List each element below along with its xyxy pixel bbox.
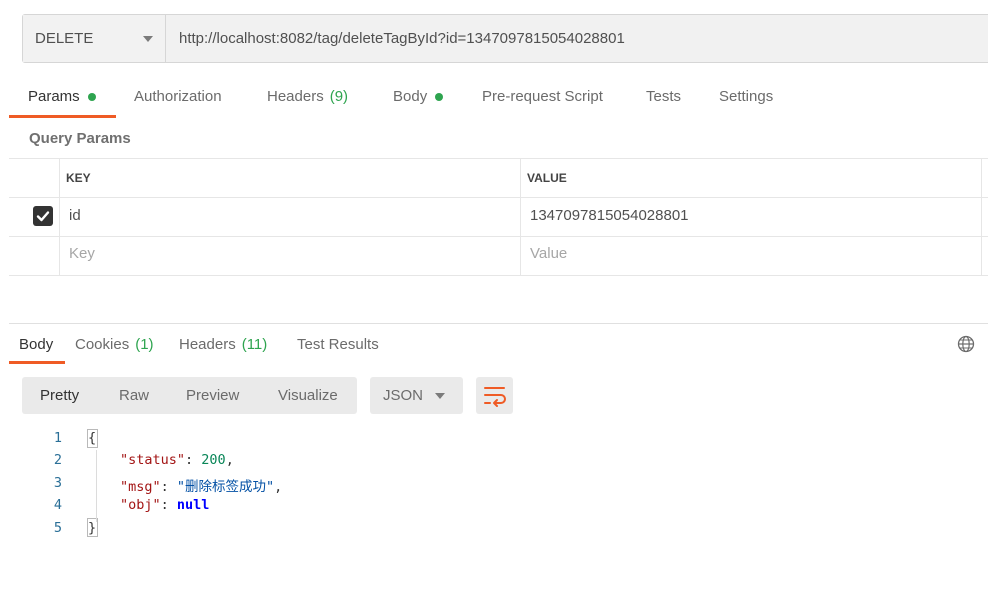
view-pretty-button[interactable]: Pretty <box>40 377 79 414</box>
response-tab-test-results[interactable]: Test Results <box>297 335 379 355</box>
column-header-key: KEY <box>66 171 91 185</box>
code-line: "msg": "删除标签成功", <box>120 479 283 495</box>
param-key[interactable]: id <box>69 207 81 224</box>
wrap-lines-icon <box>484 387 506 407</box>
checkbox-checked-icon[interactable] <box>33 206 53 226</box>
line-number: 5 <box>53 520 62 536</box>
line-number: 2 <box>53 452 62 468</box>
response-tab-headers[interactable]: Headers (11) <box>179 335 267 355</box>
code-line: { <box>88 430 97 446</box>
code-line: "obj": null <box>120 497 210 513</box>
line-number: 1 <box>53 430 62 446</box>
wrap-lines-button[interactable] <box>476 377 513 414</box>
url-bar: DELETE http://localhost:8082/tag/deleteT… <box>22 14 988 63</box>
active-tab-indicator <box>9 115 116 118</box>
divider <box>9 197 988 198</box>
chevron-down-icon <box>435 393 445 399</box>
param-value[interactable]: 1347097815054028801 <box>530 207 689 224</box>
code-line: "status": 200, <box>120 452 234 468</box>
query-params-title: Query Params <box>29 130 131 147</box>
url-input[interactable]: http://localhost:8082/tag/deleteTagById?… <box>179 15 625 62</box>
chevron-down-icon <box>143 36 153 42</box>
param-value-input[interactable]: Value <box>530 245 567 262</box>
indent-guide <box>96 450 97 522</box>
tab-tests[interactable]: Tests <box>646 87 681 107</box>
param-key-input[interactable]: Key <box>69 245 95 262</box>
format-label: JSON <box>383 387 424 404</box>
params-table: KEY VALUE id 1347097815054028801 Key Val… <box>9 158 988 276</box>
globe-icon[interactable] <box>957 335 975 353</box>
divider <box>59 159 60 275</box>
view-visualize-button[interactable]: Visualize <box>278 377 338 414</box>
divider <box>981 159 982 275</box>
method-select[interactable]: DELETE <box>23 15 166 62</box>
format-select[interactable]: JSON <box>370 377 463 414</box>
method-label: DELETE <box>35 30 94 47</box>
tab-pre-request-script[interactable]: Pre-request Script <box>482 87 603 107</box>
view-raw-button[interactable]: Raw <box>119 377 149 414</box>
section-divider <box>9 323 988 324</box>
status-dot <box>87 93 96 101</box>
view-preview-button[interactable]: Preview <box>186 377 239 414</box>
response-tab-body[interactable]: Body <box>19 335 53 355</box>
active-response-tab-indicator <box>9 361 65 364</box>
tab-body[interactable]: Body <box>393 87 444 107</box>
column-header-value: VALUE <box>527 171 567 185</box>
tab-headers[interactable]: Headers (9) <box>267 87 348 107</box>
view-mode-group: Pretty Raw Preview Visualize <box>22 377 357 414</box>
tab-authorization[interactable]: Authorization <box>134 87 222 107</box>
tab-settings[interactable]: Settings <box>719 87 773 107</box>
status-dot <box>435 93 444 101</box>
response-tab-cookies[interactable]: Cookies (1) <box>75 335 154 355</box>
line-number: 3 <box>53 475 62 491</box>
divider <box>9 236 988 237</box>
code-line: } <box>88 520 97 536</box>
line-number: 4 <box>53 497 62 513</box>
tab-params[interactable]: Params <box>28 87 96 107</box>
divider <box>520 159 521 275</box>
